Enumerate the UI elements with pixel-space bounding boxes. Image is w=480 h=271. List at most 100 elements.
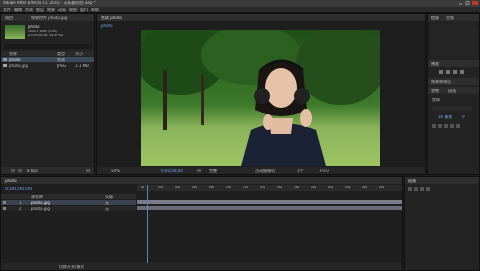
views-select[interactable]: 1个 — [297, 169, 304, 173]
tracking-field[interactable]: 0 — [462, 115, 465, 119]
project-panel: 项目 效果控件 photo.jpg photo 1920 x 1080 (1.0… — [0, 13, 95, 175]
menu-item-effect[interactable]: 效果 — [47, 8, 55, 12]
tab-info[interactable]: 信息 — [431, 16, 439, 20]
font-size-field[interactable]: 36 像素 — [438, 115, 452, 119]
eye-icon[interactable] — [3, 201, 6, 204]
tab-paragraph-bottom[interactable]: 段落 — [408, 179, 416, 183]
tab-character[interactable]: 字符 — [431, 89, 439, 93]
tab-audio[interactable]: 音频 — [446, 16, 454, 20]
font-family-select[interactable]: 黑体 — [432, 98, 440, 102]
font-style-select[interactable] — [432, 106, 472, 111]
layer-bar[interactable] — [137, 200, 402, 204]
tab-timeline-comp[interactable]: photo — [5, 179, 17, 183]
column-name[interactable]: 名称 — [9, 52, 17, 56]
menu-item-layer[interactable]: 图层 — [36, 8, 44, 12]
timeline-timecode[interactable]: 0;00;00;00 — [5, 187, 32, 192]
layer-bar[interactable] — [137, 206, 402, 210]
align-center-icon[interactable] — [414, 187, 418, 191]
menu-item-window[interactable]: 窗口 — [80, 8, 88, 12]
superscript-icon[interactable] — [456, 124, 460, 128]
toggle-switches-modes-button[interactable]: 切换开关/模式 — [59, 265, 84, 269]
list-item-type: 合成 — [57, 58, 65, 62]
image-file-icon — [3, 64, 7, 67]
ruler-tick: 10s — [226, 186, 232, 189]
timeline-tab-header: photo — [1, 177, 402, 184]
playhead[interactable] — [147, 185, 148, 270]
zoom-select[interactable]: 50% — [111, 169, 120, 173]
ruler-tick: 22s — [328, 186, 334, 189]
new-composition-icon[interactable] — [18, 169, 22, 172]
tab-paragraph[interactable]: 段落 — [448, 89, 456, 93]
bold-icon[interactable] — [432, 124, 436, 128]
ruler-tick: 06s — [192, 186, 198, 189]
layer-parent[interactable]: 无 — [105, 207, 109, 211]
thumbnail-size: 1920 x 1080 (1.00) — [28, 30, 57, 33]
next-frame-icon[interactable] — [453, 70, 457, 74]
first-frame-icon[interactable] — [439, 70, 443, 74]
list-item-size: 1.1 MB — [75, 64, 89, 68]
composition-subtab[interactable]: photo — [101, 24, 113, 28]
menu-item-edit[interactable]: 编辑 — [14, 8, 22, 12]
paragraph-panel: 段落 — [404, 176, 480, 271]
composition-icon — [3, 58, 7, 61]
column-type[interactable]: 类型 — [57, 52, 65, 56]
menu-item-view[interactable]: 视图 — [69, 8, 77, 12]
info-tab-header: 信息 音频 — [428, 14, 479, 21]
trash-icon[interactable] — [86, 169, 90, 172]
ruler-tick: 24s — [345, 186, 351, 189]
eye-icon[interactable] — [3, 207, 6, 210]
align-left-icon[interactable] — [408, 187, 412, 191]
comp-timecode[interactable]: 0;00;00;00 — [161, 169, 183, 173]
new-folder-icon[interactable] — [11, 169, 15, 172]
title-bar: Adobe After Effects CC 2015 - 无标题项目.aep … — [0, 0, 480, 7]
resolution-select[interactable]: 完整 — [209, 169, 217, 173]
column-size[interactable]: 大小 — [75, 52, 83, 56]
composition-viewer-image[interactable] — [141, 30, 380, 166]
ruler-tick: 14s — [260, 186, 266, 189]
column-source-name[interactable]: 源名称 — [31, 195, 43, 199]
list-item[interactable]: photo 合成 — [1, 57, 94, 62]
play-icon[interactable] — [446, 70, 450, 74]
interpret-footage-icon[interactable] — [4, 169, 8, 172]
snapshot-icon[interactable] — [197, 169, 201, 172]
tab-effects-presets[interactable]: 效果和预设 — [431, 80, 451, 84]
preview-tab-header: 预览 — [428, 60, 479, 67]
list-item[interactable]: photo.jpg JPEG 1.1 MB — [1, 63, 94, 68]
tab-composition[interactable]: 合成 photo — [101, 16, 122, 20]
tab-effect-controls[interactable]: 效果控件 photo.jpg — [31, 16, 67, 20]
project-search-input[interactable] — [4, 44, 92, 49]
exposure-value[interactable]: +0.0 — [319, 169, 329, 173]
minimize-icon[interactable] — [458, 1, 463, 5]
bit-depth-label[interactable]: 8 bpc — [27, 169, 38, 173]
playback-controls — [431, 70, 476, 75]
menu-item-composition[interactable]: 合成 — [25, 8, 33, 12]
right-panel: 信息 音频 预览 效果和预设 字符 段落 黑体 36 像素 0 — [427, 13, 480, 175]
layer-name: photo.jpg — [31, 207, 50, 211]
window-title: Adobe After Effects CC 2015 - 无标题项目.aep … — [3, 1, 96, 5]
layer-parent[interactable]: 无 — [105, 201, 109, 205]
paragraph-tab-header: 段落 — [405, 177, 479, 184]
time-ruler[interactable]: 0s 02s 04s 06s 08s 10s 12s 14s 16s 18s 2… — [137, 185, 402, 191]
layer-name: photo.jpg — [31, 201, 50, 205]
all-caps-icon[interactable] — [444, 124, 448, 128]
italic-icon[interactable] — [438, 124, 442, 128]
tab-preview[interactable]: 预览 — [431, 62, 439, 66]
last-frame-icon[interactable] — [460, 70, 464, 74]
menu-item-file[interactable]: 文件 — [3, 8, 11, 12]
thumbnail-name: photo — [28, 25, 40, 29]
align-right-icon[interactable] — [420, 187, 424, 191]
close-icon[interactable] — [472, 1, 478, 5]
small-caps-icon[interactable] — [450, 124, 454, 128]
tab-project[interactable]: 项目 — [5, 16, 13, 20]
timeline-footer: 切换开关/模式 — [1, 263, 402, 270]
table-row[interactable]: 1 photo.jpg 无 — [1, 200, 136, 205]
column-parent[interactable]: 父级 — [105, 195, 113, 199]
ruler-tick: 20s — [311, 186, 317, 189]
camera-select[interactable]: 活动摄像机 — [255, 169, 275, 173]
menu-item-animation[interactable]: 动画 — [58, 8, 66, 12]
table-row[interactable]: 2 photo.jpg 无 — [1, 206, 136, 211]
maximize-icon[interactable] — [465, 1, 470, 5]
justify-icon[interactable] — [426, 187, 430, 191]
ruler-tick: 0s — [141, 186, 145, 189]
menu-item-help[interactable]: 帮助 — [91, 8, 99, 12]
